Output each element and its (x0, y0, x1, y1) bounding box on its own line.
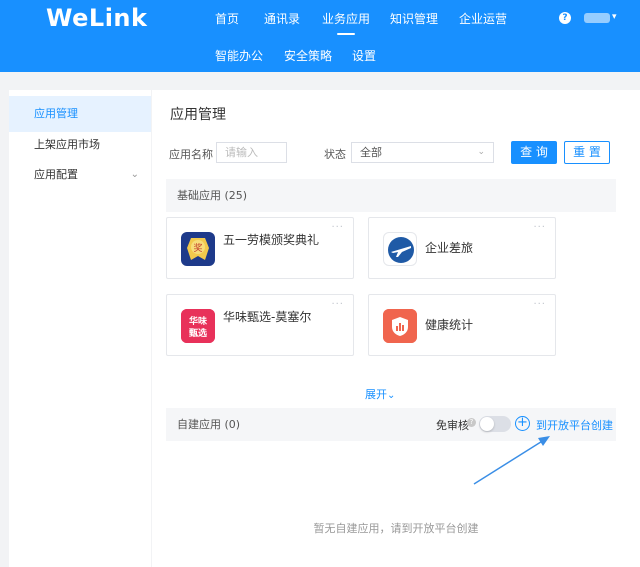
app-name: 企业差旅 (425, 241, 474, 255)
chevron-down-icon: ⌄ (477, 147, 485, 157)
app-name-input[interactable]: 请输入 (216, 142, 287, 163)
app-name: 华味甄选-莫塞尔 (223, 310, 312, 324)
award-badge-icon: 奖 (181, 232, 215, 266)
nav-security-policy[interactable]: 安全策略 (284, 47, 332, 64)
nav-knowledge[interactable]: 知识管理 (390, 10, 438, 27)
airplane-icon (383, 232, 417, 266)
more-icon[interactable]: ··· (533, 299, 546, 310)
nav-business-apps[interactable]: 业务应用 (322, 10, 370, 35)
chevron-down-icon[interactable]: ▾ (612, 12, 617, 22)
expand-link[interactable]: 展开⌄ (365, 386, 395, 402)
app-name: 五一劳模颁奖典礼 (223, 233, 320, 247)
help-icon[interactable]: ? (467, 418, 476, 427)
health-shield-icon (383, 309, 417, 343)
nav-settings[interactable]: 设置 (352, 47, 376, 64)
empty-state-text: 暂无自建应用，请到开放平台创建 (313, 522, 479, 535)
app-card[interactable]: 健康统计 ··· (368, 294, 556, 356)
more-icon[interactable]: ··· (533, 222, 546, 233)
audit-free-toggle[interactable] (479, 416, 511, 432)
chevron-down-icon: ⌄ (130, 169, 139, 180)
page-title: 应用管理 (170, 107, 226, 123)
status-label: 状态 (324, 148, 346, 161)
svg-text:奖: 奖 (193, 242, 202, 254)
app-card[interactable]: 华味 甄选 华味甄选-莫塞尔 ··· (166, 294, 354, 356)
help-icon[interactable]: ? (559, 12, 571, 24)
audit-free-label: 免审核 (436, 419, 469, 432)
nav-contacts[interactable]: 通讯录 (264, 10, 300, 27)
more-icon[interactable]: ··· (331, 222, 344, 233)
app-name-label: 应用名称 (169, 148, 213, 161)
app-card[interactable]: 奖 五一劳模颁奖典礼 ··· (166, 217, 354, 279)
nav-home[interactable]: 首页 (215, 10, 239, 27)
reset-button[interactable]: 重 置 (564, 141, 610, 164)
more-icon[interactable]: ··· (331, 299, 344, 310)
toggle-knob (480, 417, 494, 431)
app-card[interactable]: 企业差旅 ··· (368, 217, 556, 279)
query-button[interactable]: 查 询 (511, 141, 557, 164)
svg-text:甄选: 甄选 (189, 327, 207, 339)
status-select-value: 全部 (360, 146, 382, 159)
create-on-open-platform-link[interactable]: 到开放平台创建 (536, 417, 613, 433)
chevron-down-icon: ⌄ (387, 390, 396, 401)
sidebar-item-label: 应用管理 (34, 107, 78, 120)
sidebar-item-label: 应用配置 (34, 168, 78, 181)
sidebar: 应用管理 上架应用市场 应用配置 ⌄ (9, 90, 151, 567)
user-avatar[interactable] (584, 13, 610, 23)
huawei-select-icon: 华味 甄选 (181, 309, 215, 343)
main-panel: 应用管理 应用名称 请输入 状态 全部 ⌄ 查 询 重 置 基础应用 (25) … (152, 90, 640, 567)
welink-logo[interactable]: WeLink (46, 4, 147, 32)
status-select[interactable]: 全部 ⌄ (351, 142, 494, 163)
plus-circle-icon[interactable]: + (515, 416, 530, 431)
nav-smart-office[interactable]: 智能办公 (215, 47, 263, 64)
builtin-apps-header: 基础应用 (25) (166, 179, 616, 212)
top-header: WeLink 首页 通讯录 业务应用 知识管理 企业运营 智能办公 安全策略 设… (0, 0, 640, 72)
expand-label: 展开 (365, 388, 387, 401)
svg-text:华味: 华味 (189, 315, 207, 327)
nav-enterprise-ops[interactable]: 企业运营 (459, 10, 507, 27)
sidebar-item-label: 上架应用市场 (34, 138, 100, 151)
sidebar-item-app-config[interactable]: 应用配置 ⌄ (9, 157, 151, 193)
app-name: 健康统计 (425, 318, 474, 332)
